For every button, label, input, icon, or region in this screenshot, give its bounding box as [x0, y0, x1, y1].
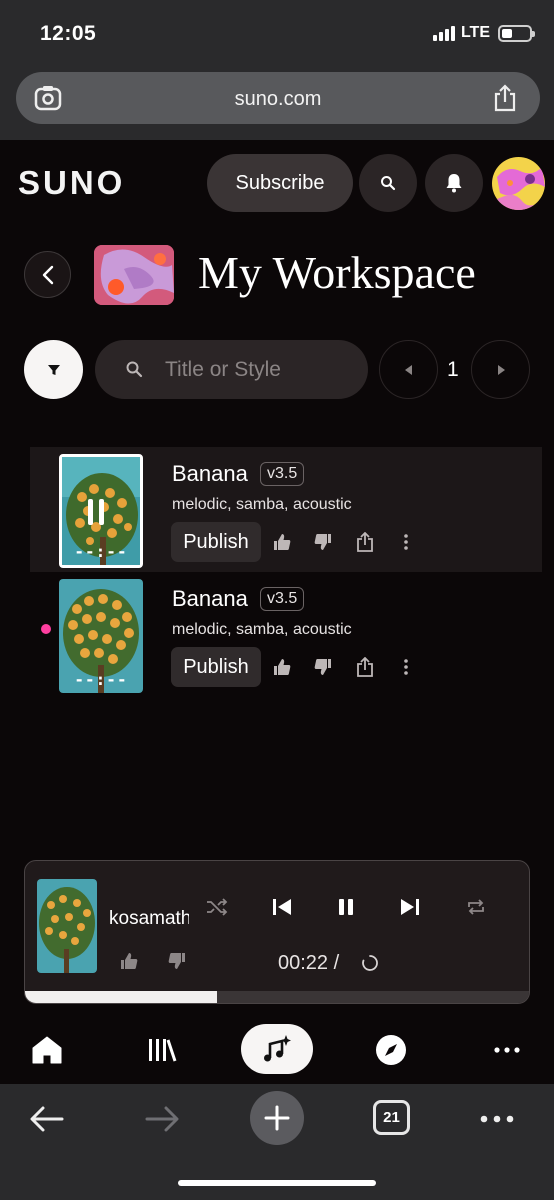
song-duration: --:-- [74, 542, 128, 561]
battery-icon [498, 24, 535, 42]
avatar[interactable] [492, 157, 545, 210]
progress-fill [25, 991, 218, 1003]
url-domain: suno.com [234, 88, 322, 110]
next-page-button[interactable] [471, 340, 530, 399]
thumbs-up-icon[interactable] [271, 531, 293, 553]
search-button[interactable] [359, 154, 417, 212]
search-icon [381, 176, 396, 191]
filter-icon [47, 364, 60, 375]
pause-icon[interactable] [332, 893, 360, 921]
publish-button[interactable]: Publish [171, 522, 261, 562]
suno-logo[interactable]: SUNO [18, 164, 125, 202]
previous-track-icon[interactable] [268, 893, 296, 921]
address-bar[interactable]: suno.com [16, 72, 540, 124]
create-button[interactable] [241, 1024, 313, 1074]
browser-toolbar: 21 [0, 1084, 554, 1200]
version-badge: v3.5 [260, 462, 305, 486]
more-vertical-icon[interactable] [395, 531, 417, 553]
page-number: 1 [447, 358, 459, 381]
network-label: LTE [460, 24, 490, 41]
home-icon[interactable] [30, 1033, 64, 1067]
song-title[interactable]: Banana [172, 461, 248, 487]
mini-player[interactable]: kosamatha 00:22 / [24, 860, 530, 1004]
back-button[interactable] [24, 251, 71, 298]
song-tags[interactable]: melodic, samba, acoustic [172, 621, 352, 639]
song-cover[interactable]: --:-- [59, 579, 143, 693]
shuffle-icon[interactable] [203, 893, 231, 921]
publish-button[interactable]: Publish [171, 647, 261, 687]
share-icon[interactable] [354, 656, 376, 678]
music-sparkle-icon [264, 1035, 291, 1062]
playing-indicator-icon [88, 497, 118, 527]
player-time: 00:22 / [278, 952, 340, 974]
thumbs-down-icon[interactable] [312, 531, 334, 553]
player-track-name[interactable]: kosamatha [109, 908, 189, 930]
more-horizontal-icon[interactable] [490, 1033, 524, 1067]
explore-compass-icon[interactable] [374, 1033, 408, 1067]
share-icon[interactable] [354, 531, 376, 553]
search-field[interactable] [95, 340, 368, 399]
filter-button[interactable] [24, 340, 83, 399]
prev-page-button[interactable] [379, 340, 438, 399]
more-vertical-icon[interactable] [395, 656, 417, 678]
signal-icon [432, 25, 455, 41]
caret-right-icon [497, 364, 505, 375]
browser-address-area: suno.com [0, 62, 554, 140]
bell-icon [446, 174, 462, 193]
song-title[interactable]: Banana [172, 586, 248, 612]
status-indicators: LTE [432, 24, 535, 42]
search-icon [126, 361, 143, 378]
new-tab-button[interactable] [250, 1091, 304, 1145]
song-row[interactable]: --:-- Banana v3.5 melodic, samba, acoust… [30, 572, 542, 697]
status-bar: 12:05 LTE [0, 0, 554, 62]
library-icon[interactable] [145, 1033, 179, 1067]
workspace-thumbnail [94, 245, 174, 305]
chevron-left-icon [42, 265, 53, 284]
notifications-button[interactable] [425, 154, 483, 212]
thumbs-down-icon[interactable] [163, 947, 191, 975]
thumbs-up-icon[interactable] [271, 656, 293, 678]
loading-spinner-icon [356, 949, 384, 977]
home-indicator [178, 1180, 376, 1186]
browser-back-icon[interactable] [27, 1099, 67, 1139]
song-tags[interactable]: melodic, samba, acoustic [172, 496, 352, 514]
plus-icon [264, 1105, 290, 1131]
new-indicator-dot [41, 624, 51, 634]
browser-forward-icon[interactable] [142, 1099, 182, 1139]
browser-menu-icon[interactable] [477, 1099, 517, 1139]
search-input[interactable] [165, 355, 355, 385]
subscribe-button[interactable]: Subscribe [207, 154, 353, 212]
page-title: My Workspace [198, 247, 476, 298]
thumbs-down-icon[interactable] [312, 656, 334, 678]
share-icon[interactable] [492, 84, 518, 112]
app-bottom-nav [0, 1015, 554, 1083]
song-row[interactable]: --:-- Banana v3.5 melodic, samba, acoust… [30, 447, 542, 572]
repeat-icon[interactable] [462, 893, 490, 921]
thumbs-up-icon[interactable] [115, 947, 143, 975]
song-duration: --:-- [74, 670, 128, 689]
progress-bar[interactable] [25, 991, 529, 1003]
next-track-icon[interactable] [396, 893, 424, 921]
tab-count-button[interactable]: 21 [373, 1100, 410, 1135]
caret-left-icon [404, 364, 412, 375]
status-time: 12:05 [40, 22, 97, 45]
player-cover[interactable] [37, 879, 97, 973]
song-cover[interactable]: --:-- [59, 454, 143, 568]
version-badge: v3.5 [260, 587, 305, 611]
